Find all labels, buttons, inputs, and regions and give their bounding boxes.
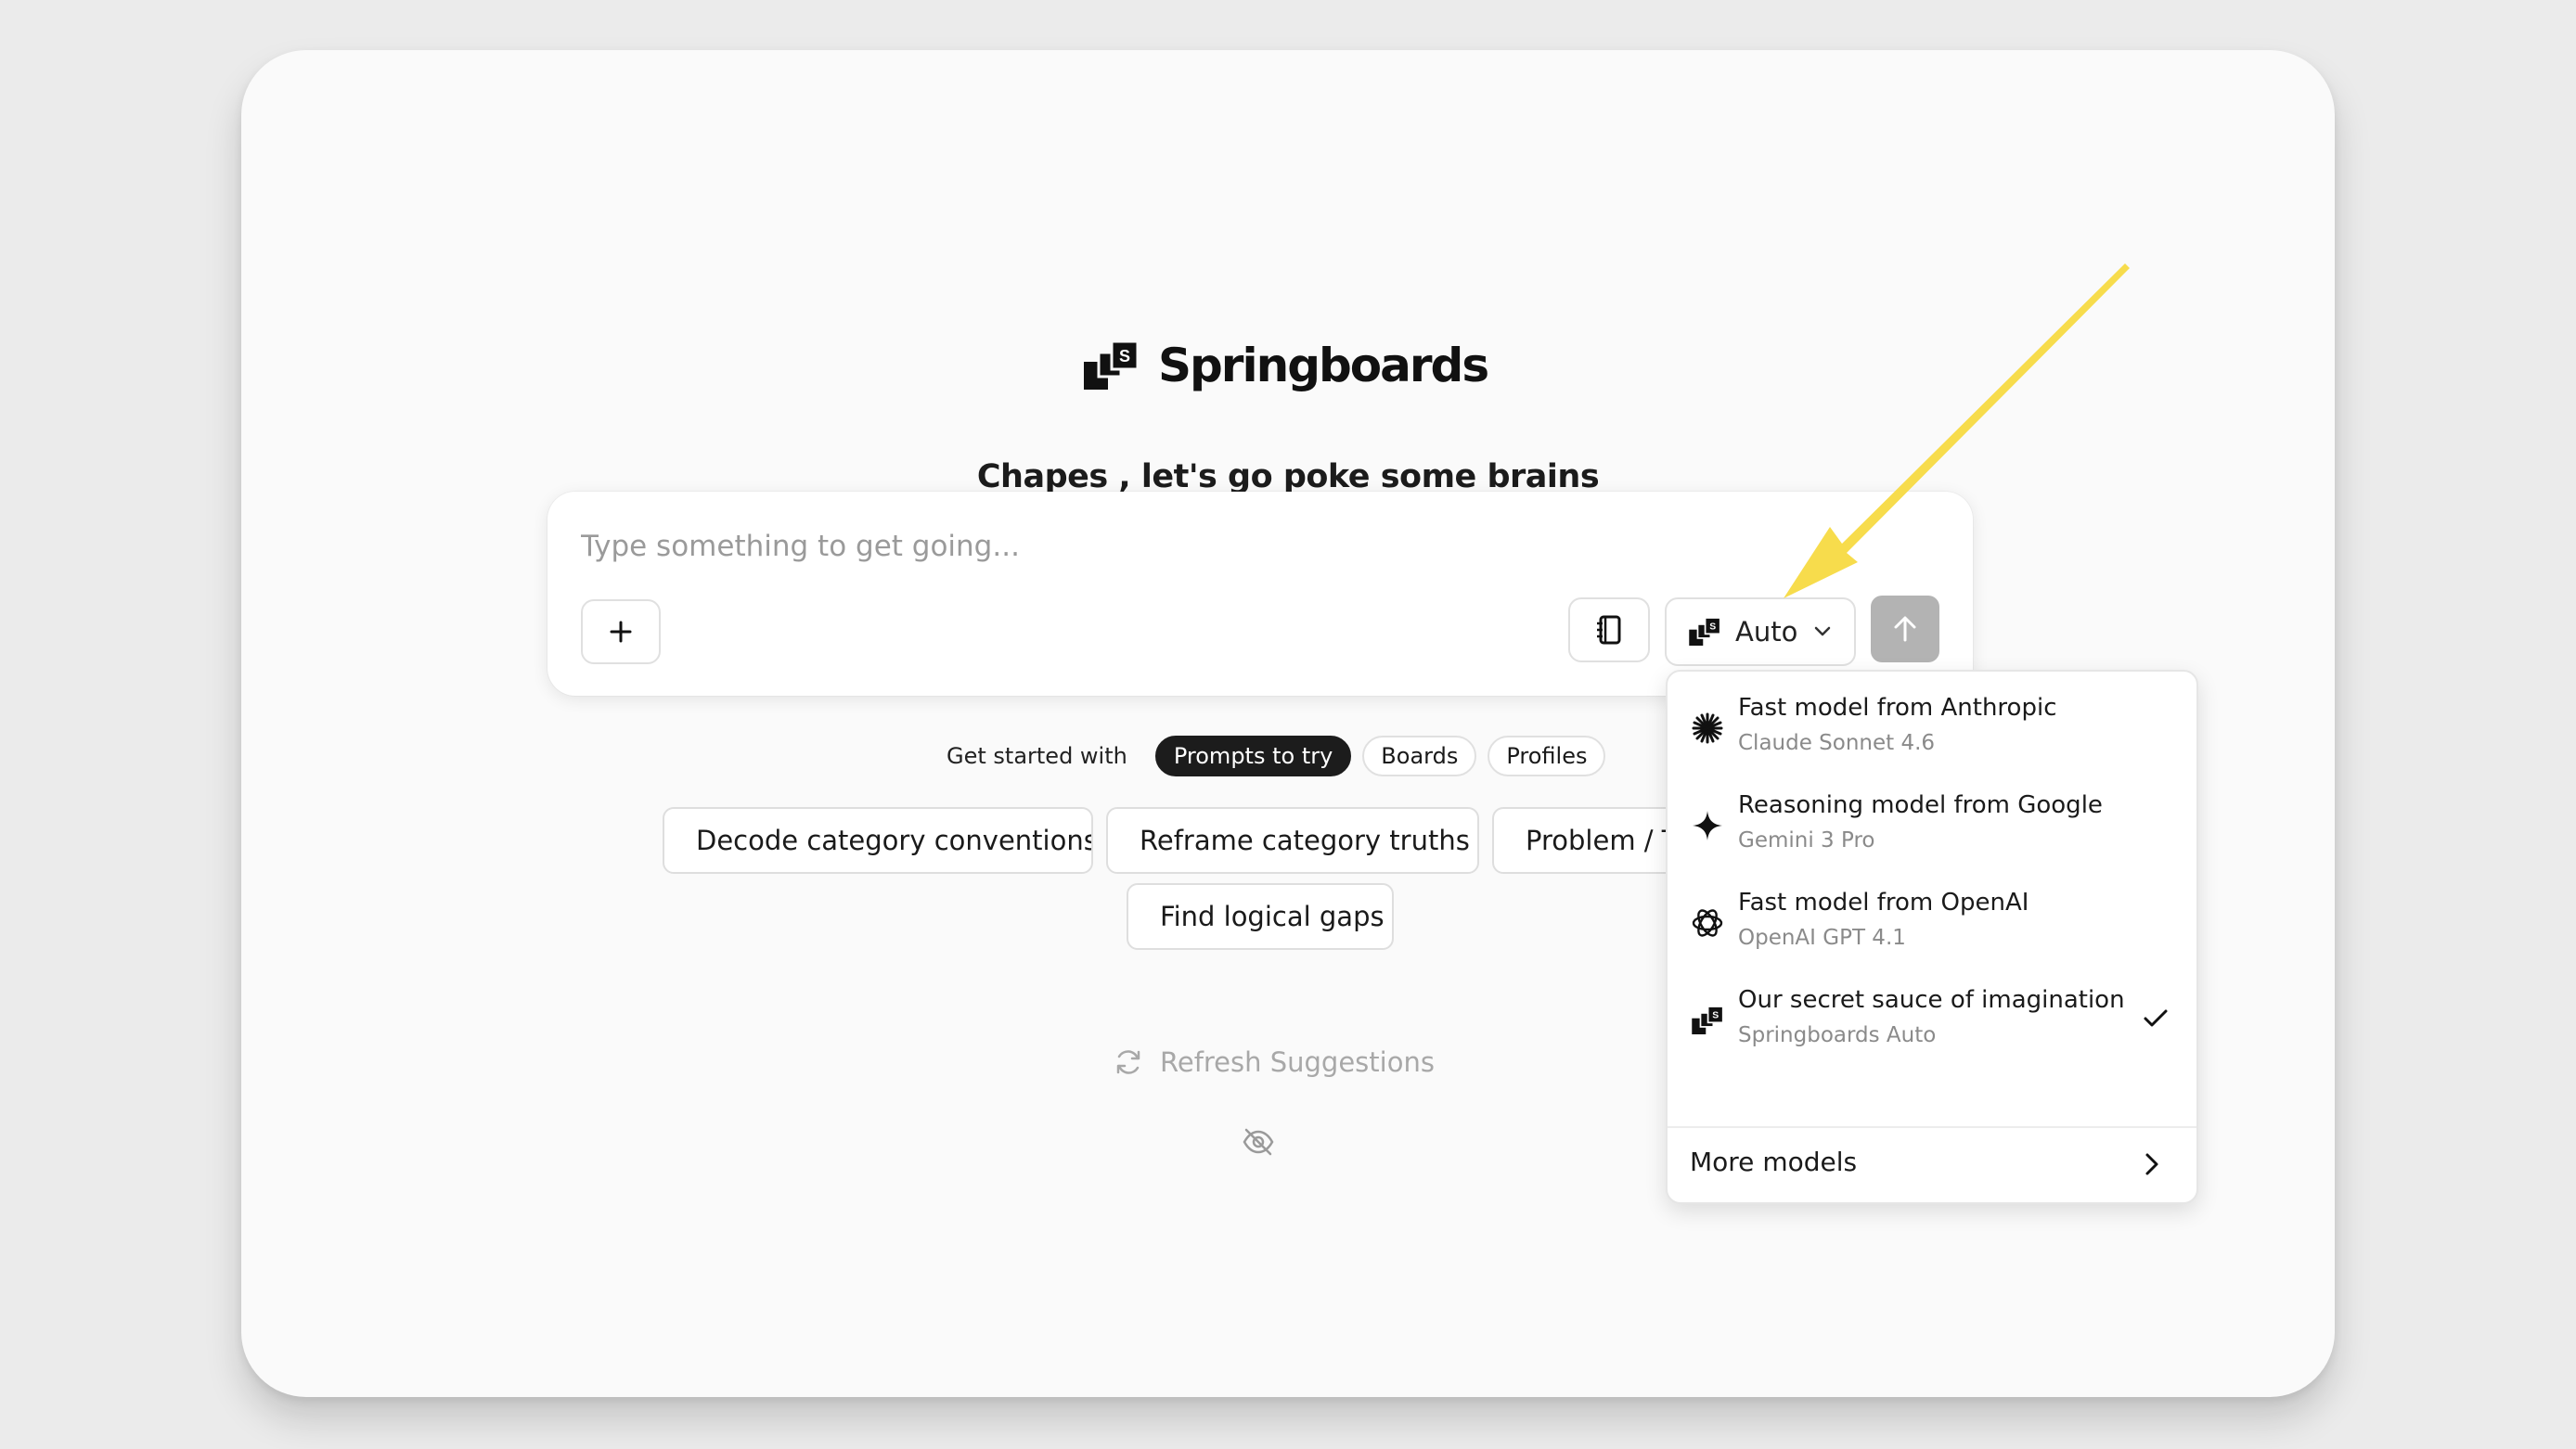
eye-off-icon <box>1243 1128 1274 1156</box>
model-option-title: Fast model from Anthropic <box>1738 694 2057 722</box>
model-option-google[interactable]: Reasoning model from Google Gemini 3 Pro <box>1668 769 2196 866</box>
plus-icon <box>610 621 632 643</box>
notebook-button[interactable] <box>1568 597 1650 662</box>
refresh-suggestions-label: Refresh Suggestions <box>1160 1046 1435 1078</box>
model-option-openai[interactable]: Fast model from OpenAI OpenAI GPT 4.1 <box>1668 866 2196 963</box>
suggestion-chip[interactable]: Reframe category truths <box>1106 807 1479 874</box>
svg-text:S: S <box>1119 347 1130 365</box>
app-window: S Springboards Chapes , let's go poke so… <box>241 50 2335 1397</box>
tab-prompts-to-try[interactable]: Prompts to try <box>1154 736 1352 776</box>
tab-boards[interactable]: Boards <box>1362 736 1477 776</box>
menu-divider <box>1668 1126 2196 1128</box>
model-option-subtitle: Claude Sonnet 4.6 <box>1738 731 1936 755</box>
notebook-icon <box>1597 615 1621 645</box>
gemini-sparkle-icon <box>1690 808 1725 843</box>
model-dropdown-menu: Fast model from Anthropic Claude Sonnet … <box>1666 670 2198 1204</box>
checkmark-icon <box>2144 1009 2168 1027</box>
model-option-title: Our secret sauce of imagination <box>1738 986 2125 1014</box>
refresh-icon <box>1116 1050 1140 1074</box>
svg-text:S: S <box>1712 1011 1719 1021</box>
get-started-label: Get started with <box>947 743 1127 769</box>
add-attachment-button[interactable] <box>581 599 661 664</box>
suggestion-chip[interactable]: Decode category conventions <box>663 807 1093 874</box>
model-option-subtitle: OpenAI GPT 4.1 <box>1738 926 1906 950</box>
model-option-springboards-auto[interactable]: S Our secret sauce of imagination Spring… <box>1668 964 2196 1060</box>
prompt-composer: S Auto <box>547 492 1973 696</box>
get-started-row: Get started with Prompts to try Boards P… <box>947 733 1616 779</box>
model-option-subtitle: Gemini 3 Pro <box>1738 828 1875 853</box>
send-button[interactable] <box>1871 596 1939 662</box>
model-option-subtitle: Springboards Auto <box>1738 1023 1937 1047</box>
greeting-heading: Chapes , let's go poke some brains <box>976 458 1600 495</box>
anthropic-asterisk-icon <box>1690 711 1725 746</box>
model-selector-button[interactable]: S Auto <box>1665 597 1856 666</box>
suggestion-chip[interactable]: Find logical gaps <box>1127 883 1394 950</box>
brand-logo: S Springboards <box>1084 328 1489 403</box>
suggestion-chip[interactable]: Problem / Tru <box>1492 807 1678 874</box>
springboards-logo-icon: S <box>1690 1003 1725 1038</box>
model-option-title: Reasoning model from Google <box>1738 791 2103 819</box>
svg-text:S: S <box>1709 622 1716 633</box>
more-models-item[interactable]: More models <box>1690 1147 1857 1177</box>
chevron-down-icon <box>1815 626 1831 636</box>
prompt-input[interactable] <box>579 519 1604 573</box>
hide-suggestions-button[interactable] <box>1242 1128 1275 1160</box>
openai-knot-icon <box>1690 905 1725 941</box>
springboards-logo-icon: S <box>1084 341 1138 390</box>
model-selector-label: Auto <box>1735 616 1798 648</box>
chevron-right-icon <box>2145 1153 2158 1175</box>
brand-name: Springboards <box>1158 339 1489 392</box>
model-option-title: Fast model from OpenAI <box>1738 889 2029 917</box>
arrow-up-icon <box>1894 616 1916 642</box>
springboards-logo-icon: S <box>1689 618 1720 646</box>
tab-profiles[interactable]: Profiles <box>1488 736 1606 776</box>
model-option-anthropic[interactable]: Fast model from Anthropic Claude Sonnet … <box>1668 672 2196 768</box>
refresh-suggestions-button[interactable]: Refresh Suggestions <box>1114 1039 1435 1085</box>
